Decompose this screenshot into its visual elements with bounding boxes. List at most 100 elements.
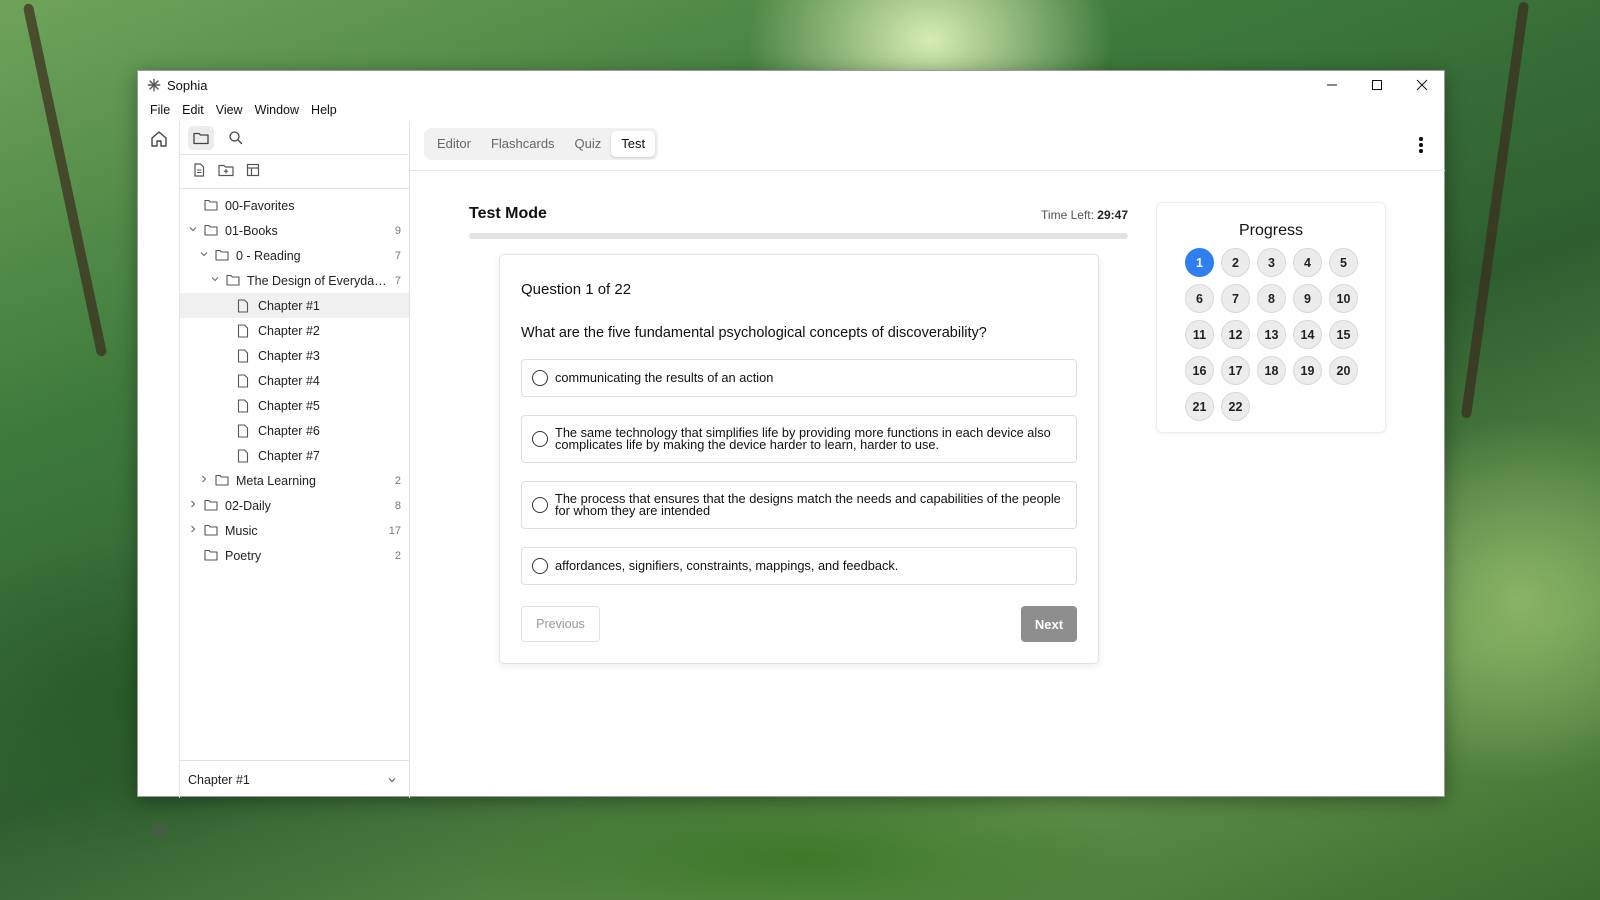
question-nav-button[interactable]: 4 bbox=[1293, 248, 1322, 277]
question-nav-button[interactable]: 18 bbox=[1257, 356, 1286, 385]
search-button[interactable] bbox=[222, 126, 248, 150]
tree-item-count: 2 bbox=[394, 474, 401, 487]
answer-text: communicating the results of an action bbox=[555, 370, 774, 385]
maximize-button[interactable] bbox=[1354, 71, 1399, 99]
files-view-button[interactable] bbox=[188, 125, 214, 150]
menu-window[interactable]: Window bbox=[249, 103, 305, 117]
question-nav-button[interactable]: 14 bbox=[1293, 320, 1322, 349]
icon-rail bbox=[138, 121, 180, 839]
question-nav-button[interactable]: 12 bbox=[1221, 320, 1250, 349]
tree-note[interactable]: Chapter #3 bbox=[180, 343, 409, 368]
main-header: Editor Flashcards Quiz Test bbox=[410, 121, 1445, 171]
previous-button[interactable]: Previous bbox=[521, 606, 600, 642]
question-nav-button[interactable]: 22 bbox=[1221, 392, 1250, 421]
tree-folder[interactable]: 0 - Reading 7 bbox=[180, 243, 409, 268]
settings-button[interactable] bbox=[150, 821, 168, 842]
tree-item-label: Chapter #4 bbox=[258, 373, 320, 388]
tab-test[interactable]: Test bbox=[611, 131, 656, 157]
question-nav-button[interactable]: 1 bbox=[1185, 248, 1214, 277]
tree-folder[interactable]: 02-Daily 8 bbox=[180, 493, 409, 518]
current-note-selector[interactable]: Chapter #1 bbox=[180, 760, 409, 798]
more-options-button[interactable] bbox=[1411, 135, 1431, 155]
home-button[interactable] bbox=[149, 129, 169, 149]
chevron-right-icon[interactable] bbox=[188, 500, 198, 511]
tree-note[interactable]: Chapter #7 bbox=[180, 443, 409, 468]
chevron-down-icon[interactable] bbox=[188, 225, 198, 236]
minimize-button[interactable] bbox=[1309, 71, 1354, 99]
progress-panel: Progress 1 2 3 4 5 6 7 8 9 10 11 12 13 14 15 16 17 18 19 20… bbox=[1156, 202, 1386, 433]
menu-file[interactable]: File bbox=[144, 103, 176, 117]
next-button[interactable]: Next bbox=[1021, 606, 1077, 642]
radio-button[interactable] bbox=[532, 558, 548, 574]
background-trunk bbox=[1460, 1, 1530, 419]
tree-folder[interactable]: Meta Learning 2 bbox=[180, 468, 409, 493]
new-folder-button[interactable] bbox=[218, 163, 234, 180]
tree-item-count: 9 bbox=[394, 224, 401, 237]
tree-note[interactable]: Chapter #4 bbox=[180, 368, 409, 393]
layout-button[interactable] bbox=[246, 163, 260, 180]
tab-editor[interactable]: Editor bbox=[427, 131, 481, 157]
question-text: What are the five fundamental psychologi… bbox=[521, 325, 987, 341]
menu-help[interactable]: Help bbox=[305, 103, 343, 117]
tree-note[interactable]: Chapter #1 bbox=[180, 293, 409, 318]
chevron-down-icon[interactable] bbox=[210, 275, 220, 286]
answer-option[interactable]: communicating the results of an action bbox=[521, 359, 1077, 397]
question-nav-button[interactable]: 16 bbox=[1185, 356, 1214, 385]
radio-button[interactable] bbox=[532, 431, 548, 447]
question-nav-button[interactable]: 3 bbox=[1257, 248, 1286, 277]
question-nav-button[interactable]: 5 bbox=[1329, 248, 1358, 277]
main-panel: Editor Flashcards Quiz Test Test Mode Ti… bbox=[410, 121, 1445, 798]
time-progress-bar bbox=[469, 233, 1128, 239]
document-icon bbox=[237, 298, 251, 313]
question-nav-button[interactable]: 7 bbox=[1221, 284, 1250, 313]
close-icon bbox=[1416, 79, 1427, 91]
menu-view[interactable]: View bbox=[210, 103, 249, 117]
chevron-down-icon[interactable] bbox=[199, 250, 209, 261]
radio-button[interactable] bbox=[532, 497, 548, 513]
question-nav-button[interactable]: 21 bbox=[1185, 392, 1214, 421]
tree-note[interactable]: Chapter #6 bbox=[180, 418, 409, 443]
search-icon bbox=[228, 131, 242, 145]
close-button[interactable] bbox=[1399, 71, 1444, 99]
tree-note[interactable]: Chapter #2 bbox=[180, 318, 409, 343]
document-icon bbox=[237, 348, 251, 363]
question-nav-button[interactable]: 10 bbox=[1329, 284, 1358, 313]
tree-folder[interactable]: Poetry 2 bbox=[180, 543, 409, 568]
tree-folder[interactable]: The Design of Everyday ... 7 bbox=[180, 268, 409, 293]
question-nav-button[interactable]: 9 bbox=[1293, 284, 1322, 313]
question-nav-button[interactable]: 11 bbox=[1185, 320, 1214, 349]
tree-folder[interactable]: 00-Favorites bbox=[180, 193, 409, 218]
tree-folder[interactable]: 01-Books 9 bbox=[180, 218, 409, 243]
kebab-dot bbox=[1419, 143, 1423, 147]
maximize-icon bbox=[1371, 80, 1382, 90]
new-folder-icon bbox=[218, 164, 234, 177]
kebab-dot bbox=[1419, 149, 1423, 153]
tree-item-label: Chapter #1 bbox=[258, 298, 320, 313]
chevron-right-icon[interactable] bbox=[188, 525, 198, 536]
file-tree: 00-Favorites 01-Books 9 0 - Reading 7 The Des… bbox=[180, 189, 409, 568]
question-nav-button[interactable]: 2 bbox=[1221, 248, 1250, 277]
question-nav-button[interactable]: 20 bbox=[1329, 356, 1358, 385]
tree-item-label: Chapter #2 bbox=[258, 323, 320, 338]
answer-option[interactable]: The same technology that simplifies life… bbox=[521, 415, 1077, 463]
answer-option[interactable]: affordances, signifiers, constraints, ma… bbox=[521, 547, 1077, 585]
question-number: Question 1 of 22 bbox=[521, 281, 632, 298]
new-note-button[interactable] bbox=[192, 163, 206, 180]
chevron-right-icon[interactable] bbox=[199, 475, 209, 486]
question-nav-button[interactable]: 19 bbox=[1293, 356, 1322, 385]
chevron-down-icon bbox=[388, 777, 396, 782]
tab-quiz[interactable]: Quiz bbox=[565, 131, 612, 157]
radio-button[interactable] bbox=[532, 370, 548, 386]
tree-item-count: 17 bbox=[388, 524, 401, 537]
tree-folder[interactable]: Music 17 bbox=[180, 518, 409, 543]
answer-option[interactable]: The process that ensures that the design… bbox=[521, 481, 1077, 529]
question-nav-button[interactable]: 17 bbox=[1221, 356, 1250, 385]
question-nav-button[interactable]: 13 bbox=[1257, 320, 1286, 349]
question-nav-button[interactable]: 15 bbox=[1329, 320, 1358, 349]
document-icon bbox=[237, 323, 251, 338]
tree-note[interactable]: Chapter #5 bbox=[180, 393, 409, 418]
menu-edit[interactable]: Edit bbox=[176, 103, 210, 117]
tab-flashcards[interactable]: Flashcards bbox=[481, 131, 565, 157]
question-nav-button[interactable]: 8 bbox=[1257, 284, 1286, 313]
question-nav-button[interactable]: 6 bbox=[1185, 284, 1214, 313]
